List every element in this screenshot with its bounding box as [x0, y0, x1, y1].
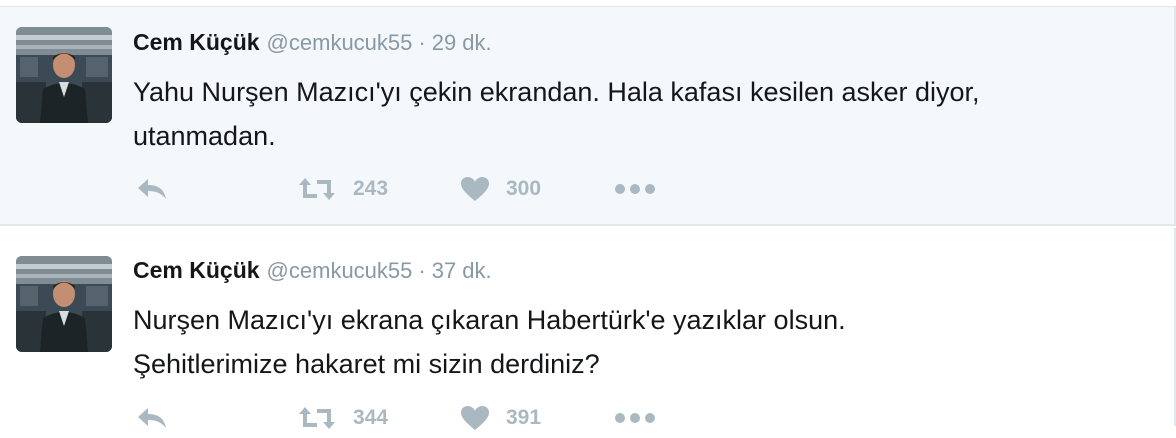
retweet-icon: [299, 178, 335, 200]
heart-icon: [461, 406, 489, 430]
tweet-actions: 243 300: [0, 169, 1176, 209]
heart-icon: [461, 177, 489, 201]
timestamp[interactable]: 37 dk.: [432, 258, 492, 284]
fullname[interactable]: Cem Küçük: [133, 257, 260, 284]
more-icon: [615, 184, 655, 194]
tweet-header: Cem Küçük @cemkucuk55 · 29 dk.: [133, 29, 492, 59]
tweet-actions: 344 391: [0, 398, 1176, 438]
timeline-top-edge: [0, 0, 1176, 7]
more-icon: [615, 413, 655, 423]
like-button[interactable]: 391: [460, 398, 541, 438]
tweet-text: Yahu Nurşen Mazıcı'yı çekin ekrandan. Ha…: [133, 70, 1143, 158]
more-button[interactable]: [614, 398, 656, 438]
fullname[interactable]: Cem Küçük: [133, 29, 260, 56]
tweet-text-line: Yahu Nurşen Mazıcı'yı çekin ekrandan. Ha…: [133, 77, 980, 107]
username[interactable]: @cemkucuk55: [267, 258, 413, 284]
retweet-count: 243: [353, 177, 389, 200]
retweet-icon: [299, 407, 335, 429]
reply-button[interactable]: [136, 169, 168, 209]
like-count: 300: [506, 177, 542, 200]
avatar[interactable]: [16, 27, 112, 123]
timestamp[interactable]: 29 dk.: [432, 30, 492, 56]
like-button[interactable]: 300: [460, 169, 541, 209]
reply-icon: [138, 179, 166, 199]
tweet-text-line: Şehitlerimize hakaret mi sizin derdiniz?: [133, 349, 600, 379]
retweet-button[interactable]: 344: [297, 398, 388, 438]
tweet-text-line: utanmadan.: [133, 121, 276, 151]
tweet-text: Nurşen Mazıcı'yı ekrana çıkaran Habertür…: [133, 298, 1143, 386]
username[interactable]: @cemkucuk55: [267, 30, 413, 56]
header-separator: ·: [418, 258, 426, 283]
tweet-header: Cem Küçük @cemkucuk55 · 37 dk.: [133, 257, 492, 287]
reply-icon: [138, 408, 166, 428]
reply-button[interactable]: [136, 398, 168, 438]
like-count: 391: [506, 406, 542, 429]
retweet-button[interactable]: 243: [297, 169, 388, 209]
avatar[interactable]: [16, 256, 112, 352]
header-separator: ·: [418, 30, 426, 55]
tweet-item[interactable]: Cem Küçük @cemkucuk55 · 29 dk. Yahu Nurş…: [0, 7, 1176, 226]
tweet-text-line: Nurşen Mazıcı'yı ekrana çıkaran Habertür…: [133, 305, 846, 335]
tweet-item[interactable]: Cem Küçük @cemkucuk55 · 37 dk. Nurşen Ma…: [0, 228, 1176, 430]
retweet-count: 344: [353, 406, 389, 429]
more-button[interactable]: [614, 169, 656, 209]
